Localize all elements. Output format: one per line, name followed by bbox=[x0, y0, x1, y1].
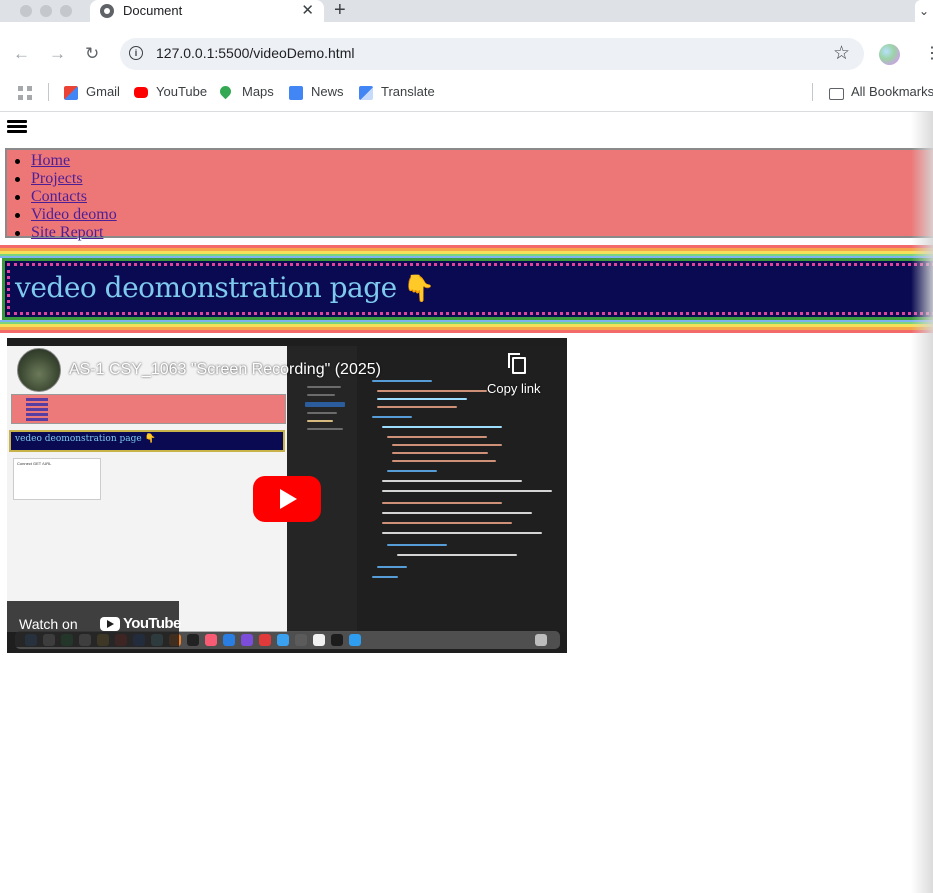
channel-avatar[interactable] bbox=[17, 348, 61, 392]
watch-on-label: Watch on bbox=[19, 616, 78, 632]
reload-icon[interactable]: ↻ bbox=[85, 45, 99, 63]
nav-item-site-report: Site Report bbox=[15, 224, 117, 242]
apps-grid-icon[interactable] bbox=[18, 86, 32, 100]
tab-search-button[interactable]: ⌄ bbox=[915, 0, 933, 22]
folder-icon bbox=[829, 88, 844, 100]
browser-menu-icon[interactable]: ⋮ bbox=[924, 44, 933, 64]
nav-item-projects: Projects bbox=[15, 170, 117, 188]
nav-link-video-demo[interactable]: Video deomo bbox=[31, 206, 117, 223]
translate-icon bbox=[359, 86, 373, 100]
play-button[interactable] bbox=[253, 476, 321, 522]
nav-link-contacts[interactable]: Contacts bbox=[31, 188, 87, 205]
copy-link-icon[interactable] bbox=[507, 352, 526, 374]
watch-on-youtube-button[interactable]: Watch on YouTube bbox=[7, 601, 181, 647]
window-zoom-dot[interactable] bbox=[60, 5, 72, 17]
nav-item-home: Home bbox=[15, 152, 117, 170]
pointing-down-icon: 👇 bbox=[402, 274, 435, 304]
thumbnail-mini-box: Connect GET /URL bbox=[13, 458, 101, 500]
youtube-embed[interactable]: vedeo deomonstration page 👇 Connect GET … bbox=[7, 338, 567, 653]
tab-close-icon[interactable]: ✕ bbox=[301, 1, 314, 19]
active-tab[interactable]: Document ✕ bbox=[90, 0, 324, 22]
youtube-wordmark: YouTube bbox=[123, 615, 181, 632]
page-banner: vedeo deomonstration page 👇 bbox=[0, 245, 933, 333]
thumbnail-mini-banner: vedeo deomonstration page 👇 bbox=[9, 430, 285, 452]
globe-icon bbox=[100, 4, 114, 18]
nav-link-site-report[interactable]: Site Report bbox=[31, 224, 103, 241]
gmail-icon bbox=[64, 86, 78, 100]
youtube-logo-icon bbox=[100, 617, 120, 631]
site-info-icon[interactable]: i bbox=[129, 46, 143, 60]
hamburger-menu-icon[interactable] bbox=[7, 120, 27, 134]
banner-panel: vedeo deomonstration page 👇 bbox=[2, 258, 933, 320]
nav-link-home[interactable]: Home bbox=[31, 152, 70, 169]
page-title-text: vedeo deomonstration page bbox=[15, 271, 397, 304]
bookmarks-divider bbox=[48, 83, 49, 101]
new-tab-button[interactable]: + bbox=[334, 0, 346, 22]
copy-link-label[interactable]: Copy link bbox=[487, 381, 540, 396]
page-viewport: Home Projects Contacts Video deomo Site … bbox=[0, 112, 933, 893]
bookmarks-divider bbox=[812, 83, 813, 101]
news-icon bbox=[289, 86, 303, 100]
video-title[interactable]: AS-1 CSY_1063 "Screen Recording" (2025) bbox=[69, 361, 381, 379]
back-arrow-icon[interactable]: ← bbox=[13, 45, 30, 63]
window-minimize-dot[interactable] bbox=[40, 5, 52, 17]
maps-icon bbox=[217, 83, 234, 100]
nav-link-projects[interactable]: Projects bbox=[31, 170, 83, 187]
bookmarks-bar: Gmail YouTube Maps News Translate All Bo… bbox=[0, 78, 933, 112]
profile-avatar[interactable] bbox=[879, 44, 900, 65]
thumbnail-mini-nav bbox=[11, 394, 286, 424]
tab-title: Document bbox=[123, 3, 183, 18]
youtube-icon bbox=[134, 87, 148, 98]
bookmark-star-icon[interactable]: ☆ bbox=[833, 42, 850, 65]
site-navigation: Home Projects Contacts Video deomo Site … bbox=[5, 148, 933, 241]
forward-arrow-icon[interactable]: → bbox=[49, 45, 66, 63]
nav-item-contacts: Contacts bbox=[15, 188, 117, 206]
url-text[interactable]: 127.0.0.1:5500/videoDemo.html bbox=[156, 45, 354, 61]
page-title: vedeo deomonstration page 👇 bbox=[15, 271, 435, 304]
address-bar[interactable]: i 127.0.0.1:5500/videoDemo.html ☆ bbox=[120, 38, 864, 70]
window-close-dot[interactable] bbox=[20, 5, 32, 17]
tab-strip: Document ✕ + ⌄ bbox=[0, 0, 933, 22]
nav-item-video-demo: Video deomo bbox=[15, 206, 117, 224]
